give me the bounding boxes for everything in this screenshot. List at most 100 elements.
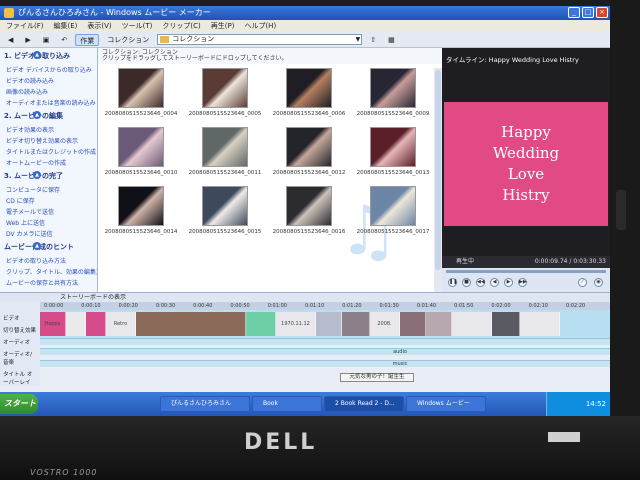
collection-scrollbar[interactable] [434, 68, 442, 292]
previous-frame-icon[interactable]: ◀ [490, 278, 499, 287]
task-link[interactable]: CD に保存 [0, 195, 97, 206]
task-section-header[interactable]: 1. ビデオの取り込み ▲ [0, 48, 97, 64]
minimize-button[interactable]: _ [568, 7, 580, 18]
clip-thumbnail[interactable]: 2008080515523646_0017 [354, 186, 432, 235]
stop-icon[interactable]: ■ [462, 278, 471, 287]
rewind-icon[interactable]: ◀◀ [476, 278, 485, 287]
title-overlay-clip[interactable]: 元気な男の子！誕生生 [340, 373, 414, 382]
clip-thumbnail[interactable]: 2008080515523646_0009 [354, 68, 432, 117]
undo-icon[interactable]: ↶ [57, 34, 71, 46]
task-link[interactable]: ビデオの読み込み [0, 75, 97, 86]
audio-track[interactable]: audio [40, 348, 610, 355]
taskbar-item[interactable]: Windows ムービー [406, 396, 486, 412]
timeline-clip[interactable]: Happy [40, 312, 66, 336]
timeline-clip[interactable] [246, 312, 276, 336]
taskbar-item[interactable]: Book [252, 396, 322, 412]
task-link[interactable]: コンピュータに保存 [0, 184, 97, 195]
task-section-header[interactable]: 2. ムービーの編集▲ [0, 108, 97, 124]
photo-thumbnail [370, 186, 416, 226]
clip-thumbnail[interactable]: 2008080515523646_0012 [270, 127, 348, 176]
task-link[interactable]: 電子メールで送信 [0, 206, 97, 217]
clip-thumbnail[interactable]: 2008080515523646_0010 [102, 127, 180, 176]
save-icon[interactable]: ▣ [39, 34, 54, 46]
timeline-ruler[interactable]: 0:00:00 0:00:10 0:00:20 0:00:30 0:00:40 0:00:… [40, 302, 610, 310]
timeline-clip[interactable] [492, 312, 520, 336]
task-link[interactable]: Web 上に送信 [0, 217, 97, 228]
clip-thumbnail[interactable]: 2008080515523646_0006 [270, 68, 348, 117]
pause-icon[interactable]: ❚❚ [448, 278, 457, 287]
clip-thumbnail[interactable]: 2008080515523646_0016 [270, 186, 348, 235]
close-button[interactable]: × [596, 7, 608, 18]
transition-track[interactable] [40, 338, 610, 345]
menu-view[interactable]: 表示(V) [87, 20, 111, 32]
clip-thumbnail[interactable]: 2008080515523646_0005 [186, 68, 264, 117]
timeline-clip[interactable] [136, 312, 246, 336]
task-link[interactable]: ビデオ切り替え効果の表示 [0, 135, 97, 146]
menu-file[interactable]: ファイル(F) [6, 20, 44, 32]
chevron-up-icon[interactable]: ▲ [33, 111, 41, 119]
task-link[interactable]: DV カメラに送信 [0, 228, 97, 239]
maximize-button[interactable]: □ [582, 7, 594, 18]
collection-dropdown[interactable]: コレクション ▼ [157, 34, 363, 45]
chevron-up-icon[interactable]: ▲ [33, 51, 41, 59]
timeline-clip[interactable]: Retro [106, 312, 136, 336]
menu-play[interactable]: 再生(P) [211, 20, 235, 32]
storyboard-toggle[interactable]: ストーリーボードの表示 [60, 294, 126, 301]
timeline-clip[interactable] [316, 312, 342, 336]
chevron-up-icon[interactable]: ▲ [33, 242, 41, 250]
task-link[interactable]: ビデオ効果の表示 [0, 124, 97, 135]
menu-help[interactable]: ヘルプ(H) [244, 20, 276, 32]
task-section-header[interactable]: 3. ムービーの完了▲ [0, 168, 97, 184]
task-link[interactable]: ビデオ デバイスからの取り込み [0, 64, 97, 75]
split-clip-icon[interactable]: ⟋ [578, 278, 587, 287]
photo-thumbnail [286, 68, 332, 108]
back-icon[interactable]: ◀ [4, 34, 17, 46]
menu-tools[interactable]: ツール(T) [122, 20, 153, 32]
taskbar-item[interactable]: ぴんるさんひろみさん [160, 396, 250, 412]
clip-thumbnail[interactable]: 2008080515523646_0015 [186, 186, 264, 235]
timeline-clip[interactable] [342, 312, 370, 336]
clip-label: 2008080515523646_0014 [104, 229, 178, 235]
task-link[interactable]: オートムービーの作成 [0, 157, 97, 168]
chevron-up-icon[interactable]: ▲ [33, 171, 41, 179]
next-frame-icon[interactable]: ▶ [504, 278, 513, 287]
timeline-clip[interactable] [520, 312, 560, 336]
timeline-clip[interactable]: 1970.11.12 [276, 312, 316, 336]
forward-icon[interactable]: ▶ [21, 34, 34, 46]
clip-thumbnail[interactable]: 2008080515523646_0013 [354, 127, 432, 176]
task-link[interactable]: オーディオまたは音楽の読み込み [0, 97, 97, 108]
task-link[interactable]: ビデオの取り込み方法 [0, 255, 97, 266]
tasks-button[interactable]: 作業 [75, 33, 100, 46]
task-link[interactable]: ムービーの保存と共有方法 [0, 277, 97, 288]
scrollbar-thumb[interactable] [435, 70, 441, 270]
music-track[interactable]: music [40, 360, 610, 367]
start-button[interactable]: スタート [0, 394, 38, 414]
seek-bar[interactable] [446, 270, 606, 273]
task-link[interactable]: 画像の読み込み [0, 86, 97, 97]
timeline-clip[interactable] [66, 312, 86, 336]
task-section-header[interactable]: ムービー作成のヒント▲ [0, 239, 97, 255]
timeline-toolbar: ストーリーボードの表示 [0, 292, 610, 302]
menu-clip[interactable]: クリップ(C) [162, 20, 200, 32]
timeline-clip[interactable] [452, 312, 492, 336]
task-link[interactable]: タイトルまたはクレジットの作成 [0, 146, 97, 157]
view-options-icon[interactable]: ▦ [384, 34, 399, 46]
clip-thumbnail[interactable]: 2008080515523646_0011 [186, 127, 264, 176]
clip-thumbnail[interactable]: 2008080515523646_0004 [102, 68, 180, 117]
task-link[interactable]: クリップ、タイトル、効果の編集方法 [0, 266, 97, 277]
timeline-clip[interactable]: 2008. [370, 312, 400, 336]
timeline-clip[interactable] [86, 312, 106, 336]
timeline-clip[interactable] [426, 312, 452, 336]
fast-forward-icon[interactable]: ▶▶ [518, 278, 527, 287]
audio-clip-label: audio [393, 349, 407, 355]
track-label: 切り替え効果 [3, 328, 37, 334]
up-folder-icon[interactable]: ⇧ [366, 34, 380, 46]
menu-edit[interactable]: 編集(E) [54, 20, 78, 32]
clip-thumbnail[interactable]: 2008080515523646_0014 [102, 186, 180, 235]
window-titlebar[interactable]: ぴんるさんひろみさん - Windows ムービー メーカー _ □ × [0, 6, 610, 20]
collections-button[interactable]: コレクション [103, 34, 153, 46]
taskbar-item[interactable]: 2 Book Read 2 - D... [324, 396, 404, 412]
snapshot-icon[interactable]: ◉ [594, 278, 603, 287]
video-track[interactable]: Happy Retro 1970.11.12 2008. [40, 310, 610, 338]
timeline-clip[interactable] [400, 312, 426, 336]
